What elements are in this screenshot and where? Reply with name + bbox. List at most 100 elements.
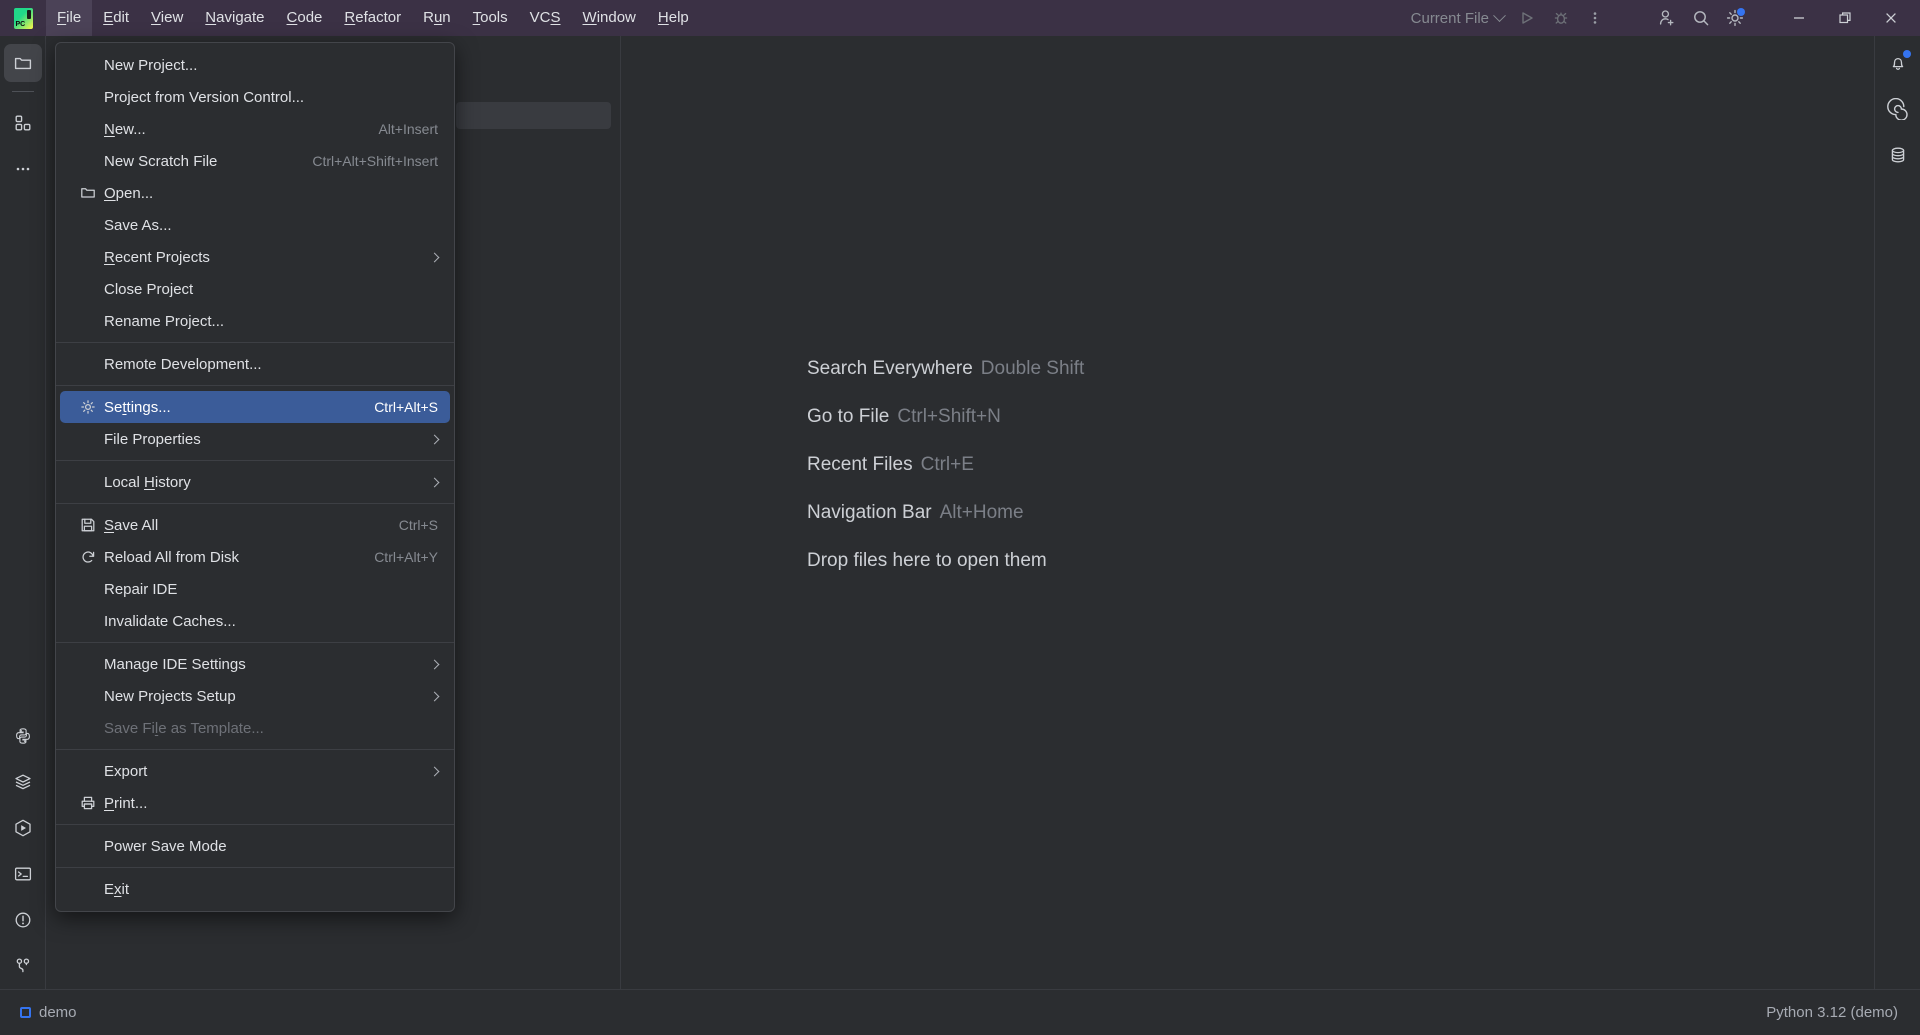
welcome-hints: Search EverywhereDouble ShiftGo to FileC… xyxy=(807,358,1084,572)
terminal-icon xyxy=(13,864,33,884)
menu-vcs[interactable]: VCS xyxy=(519,0,572,36)
menu-file[interactable]: File xyxy=(46,0,92,36)
menu-item-reload-all-from-disk[interactable]: Reload All from DiskCtrl+Alt+Y xyxy=(60,541,450,573)
sidebar-item-structure[interactable] xyxy=(4,104,42,142)
menu-item-label: Open... xyxy=(104,185,438,202)
menu-help[interactable]: Help xyxy=(647,0,700,36)
menu-item-new-scratch-file[interactable]: New Scratch FileCtrl+Alt+Shift+Insert xyxy=(60,145,450,177)
sidebar-item-run[interactable] xyxy=(4,809,42,847)
sidebar-item-terminal[interactable] xyxy=(4,855,42,893)
window-maximize-button[interactable] xyxy=(1822,0,1868,36)
search-everywhere-button[interactable] xyxy=(1684,1,1718,35)
menu-navigate[interactable]: Navigate xyxy=(194,0,275,36)
menu-run[interactable]: Run xyxy=(412,0,462,36)
sidebar-item-python-console[interactable] xyxy=(4,717,42,755)
chevron-right-icon xyxy=(430,252,440,262)
menu-item-exit[interactable]: Exit xyxy=(60,873,450,905)
add-account-icon xyxy=(1657,8,1677,28)
menu-item-label: Invalidate Caches... xyxy=(104,613,438,630)
sidebar-item-version-control[interactable] xyxy=(4,947,42,985)
database-icon xyxy=(1888,145,1908,165)
maximize-restore-icon xyxy=(1838,11,1852,25)
run-configuration-label: Current File xyxy=(1411,10,1489,27)
menu-item-power-save-mode[interactable]: Power Save Mode xyxy=(60,830,450,862)
menu-item-shortcut: Ctrl+Alt+S xyxy=(374,399,438,415)
more-actions-button[interactable] xyxy=(1578,1,1612,35)
menu-item-label: Recent Projects xyxy=(104,249,411,266)
settings-button[interactable] xyxy=(1718,1,1752,35)
debug-button[interactable] xyxy=(1544,1,1578,35)
menu-item-invalidate-caches[interactable]: Invalidate Caches... xyxy=(60,605,450,637)
run-configuration-selector[interactable]: Current File xyxy=(1405,4,1510,32)
menu-item-label: Repair IDE xyxy=(104,581,438,598)
menu-view[interactable]: View xyxy=(140,0,194,36)
welcome-hint-shortcut: Ctrl+Shift+N xyxy=(897,406,1000,427)
menu-item-save-as[interactable]: Save As... xyxy=(60,209,450,241)
add-account-button[interactable] xyxy=(1650,1,1684,35)
menu-label: Edit xyxy=(103,9,129,26)
editor-empty-area: Search EverywhereDouble ShiftGo to FileC… xyxy=(621,36,1874,989)
sidebar-item-project[interactable] xyxy=(4,44,42,82)
menu-label: Code xyxy=(287,9,323,26)
folder-icon xyxy=(13,53,33,73)
menu-separator xyxy=(56,867,454,868)
printer-icon xyxy=(80,795,96,811)
chevron-down-icon xyxy=(1493,9,1506,22)
menu-item-close-project[interactable]: Close Project xyxy=(60,273,450,305)
chevron-right-icon xyxy=(430,766,440,776)
sidebar-item-python-packages[interactable] xyxy=(4,763,42,801)
grid-squares-icon xyxy=(13,113,33,133)
menu-item-shortcut: Ctrl+S xyxy=(399,517,438,533)
menu-edit[interactable]: Edit xyxy=(92,0,140,36)
menu-item-label: Save File as Template... xyxy=(104,720,438,737)
menu-item-open[interactable]: Open... xyxy=(60,177,450,209)
menu-item-print[interactable]: Print... xyxy=(60,787,450,819)
reload-icon xyxy=(78,549,98,565)
menu-refactor[interactable]: Refactor xyxy=(333,0,412,36)
menu-window[interactable]: Window xyxy=(572,0,647,36)
menu-label: Window xyxy=(583,9,636,26)
menu-item-repair-ide[interactable]: Repair IDE xyxy=(60,573,450,605)
sidebar-item-database[interactable] xyxy=(1879,136,1917,174)
project-square-icon xyxy=(20,1007,31,1018)
menu-item-export[interactable]: Export xyxy=(60,755,450,787)
status-interpreter-widget[interactable]: Python 3.12 (demo) xyxy=(1766,1004,1920,1021)
status-project-widget[interactable]: demo xyxy=(0,1004,77,1021)
window-close-button[interactable] xyxy=(1868,0,1914,36)
menu-item-remote-development[interactable]: Remote Development... xyxy=(60,348,450,380)
menu-item-project-from-version-control[interactable]: Project from Version Control... xyxy=(60,81,450,113)
menu-separator xyxy=(56,749,454,750)
menu-item-recent-projects[interactable]: Recent Projects xyxy=(60,241,450,273)
chevron-right-icon xyxy=(430,691,440,701)
menu-item-settings[interactable]: Settings... Ctrl+Alt+S xyxy=(60,391,450,423)
menu-separator xyxy=(56,460,454,461)
menu-item-manage-ide-settings[interactable]: Manage IDE Settings xyxy=(60,648,450,680)
menu-tools[interactable]: Tools xyxy=(462,0,519,36)
menu-item-label: Print... xyxy=(104,795,438,812)
menu-item-label: Settings... xyxy=(104,399,350,416)
menu-item-rename-project[interactable]: Rename Project... xyxy=(60,305,450,337)
sidebar-item-notifications[interactable] xyxy=(1879,44,1917,82)
menu-item-new-project[interactable]: New Project... xyxy=(60,49,450,81)
run-hexagon-icon xyxy=(12,817,34,839)
menu-code[interactable]: Code xyxy=(276,0,334,36)
layers-icon xyxy=(13,772,33,792)
close-icon xyxy=(1884,11,1898,25)
chevron-right-icon xyxy=(430,659,440,669)
menu-separator xyxy=(56,642,454,643)
menu-separator xyxy=(56,503,454,504)
sidebar-item-more-tools[interactable] xyxy=(4,150,42,188)
menu-item-label: Save As... xyxy=(104,217,438,234)
menu-item-label: New Scratch File xyxy=(104,153,288,170)
menu-item-new-projects-setup[interactable]: New Projects Setup xyxy=(60,680,450,712)
sidebar-item-problems[interactable] xyxy=(4,901,42,939)
pycharm-window: File Edit ViewNavigate Code RefactorRunTools… xyxy=(0,0,1920,1035)
menu-item-save-all[interactable]: Save AllCtrl+S xyxy=(60,509,450,541)
window-minimize-button[interactable] xyxy=(1776,0,1822,36)
sidebar-item-ai-assistant[interactable] xyxy=(1879,90,1917,128)
title-menu-bar: File Edit ViewNavigate Code RefactorRunTools… xyxy=(0,0,1920,36)
run-button[interactable] xyxy=(1510,1,1544,35)
menu-item-new[interactable]: New...Alt+Insert xyxy=(60,113,450,145)
menu-item-file-properties[interactable]: File Properties xyxy=(60,423,450,455)
menu-item-local-history[interactable]: Local History xyxy=(60,466,450,498)
